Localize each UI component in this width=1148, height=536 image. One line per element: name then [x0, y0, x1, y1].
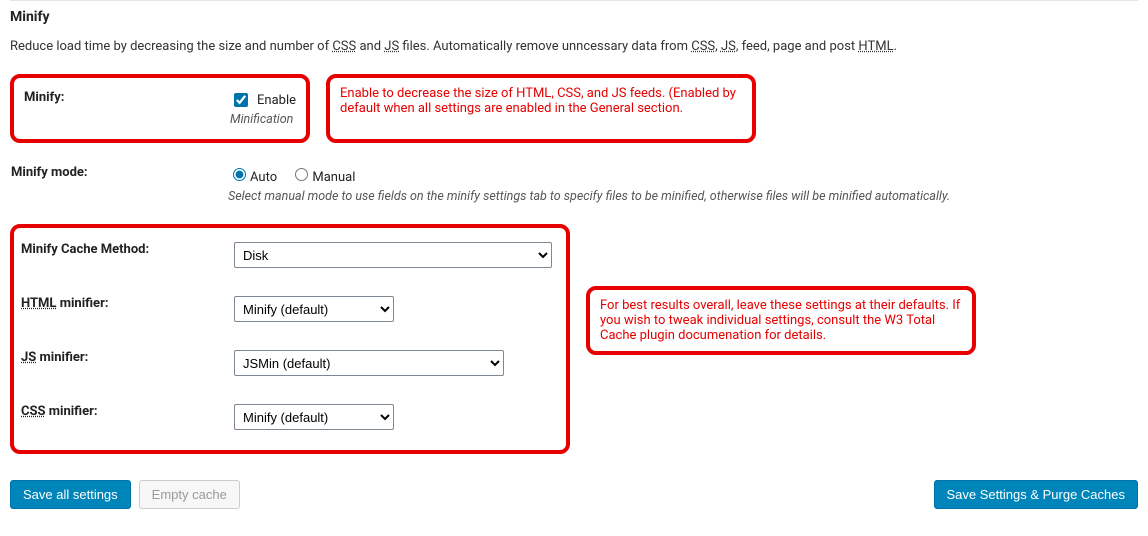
enable-text: Enable	[257, 93, 296, 108]
minify-mode-auto[interactable]: Auto	[228, 170, 277, 185]
html-minifier-label: HTML minifier:	[20, 282, 226, 336]
minify-enable-subtext: Minification	[230, 112, 296, 127]
minify-label: Minify:	[20, 84, 226, 133]
empty-cache-button[interactable]: Empty cache	[139, 480, 240, 509]
js-minifier-select[interactable]: JSMin (default)	[234, 350, 504, 376]
minify-enable-callout: Enable to decrease the size of HTML, CSS…	[326, 74, 756, 143]
css-minifier-select[interactable]: Minify (default)	[234, 404, 394, 430]
save-all-settings-button[interactable]: Save all settings	[10, 480, 131, 509]
abbr-js: JS	[384, 39, 399, 54]
abbr-css: CSS	[332, 39, 356, 54]
minify-mode-note: Select manual mode to use fields on the …	[228, 189, 1130, 204]
minify-mode-radios: Auto Manual	[228, 165, 1130, 185]
minify-panel: Minify Reduce load time by decreasing th…	[10, 0, 1138, 527]
save-settings-purge-caches-button[interactable]: Save Settings & Purge Caches	[934, 480, 1139, 509]
minify-mode-label: Minify mode:	[10, 151, 220, 218]
cache-method-label: Minify Cache Method:	[20, 228, 226, 282]
abbr-js: JS	[721, 39, 736, 54]
html-minifier-select[interactable]: Minify (default)	[234, 296, 394, 322]
abbr-html: HTML	[858, 39, 893, 54]
css-minifier-label: CSS minifier:	[20, 390, 226, 444]
section-description: Reduce load time by decreasing the size …	[10, 39, 1138, 54]
js-minifier-label: JS minifier:	[20, 336, 226, 390]
minify-enable-checkbox-label[interactable]: Enable	[230, 90, 296, 110]
minify-enable-checkbox[interactable]	[234, 93, 248, 107]
minifier-settings-callout: For best results overall, leave these se…	[586, 286, 976, 355]
minify-mode-manual[interactable]: Manual	[290, 170, 355, 185]
cache-method-select[interactable]: Disk	[234, 242, 552, 268]
minifier-settings-highlight: Minify Cache Method: Disk HTML minifier:…	[10, 224, 570, 454]
minify-mode-auto-radio[interactable]	[233, 168, 246, 181]
section-title: Minify	[10, 9, 1138, 25]
minify-enable-highlight: Minify: Enable Minification	[10, 74, 310, 143]
abbr-css: CSS	[691, 39, 715, 54]
minify-mode-manual-radio[interactable]	[295, 168, 308, 181]
